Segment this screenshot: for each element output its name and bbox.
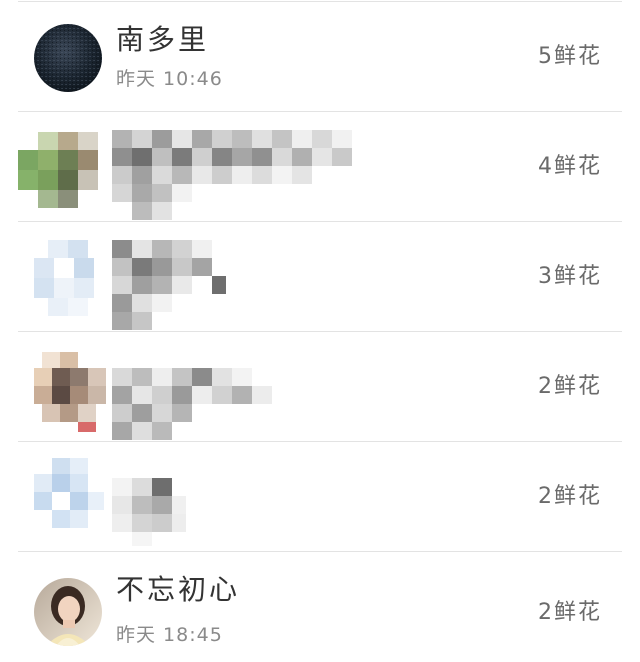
- list-item[interactable]: 3鲜花: [0, 222, 640, 332]
- list-item[interactable]: 2鲜花: [0, 442, 640, 552]
- list-item[interactable]: 2鲜花: [0, 332, 640, 442]
- flower-gift-list: 南多里 昨天 10:46 5鲜花 4鲜花 3鲜花 2鲜花 2鲜花 不忘初心 昨天…: [0, 0, 640, 658]
- pixelated-avatar-icon: [34, 458, 104, 528]
- pixelated-name: [112, 350, 282, 440]
- user-name: 南多里: [116, 23, 210, 56]
- timestamp: 昨天 10:46: [116, 68, 223, 90]
- flower-count: 2鲜花: [538, 600, 602, 625]
- list-item[interactable]: 南多里 昨天 10:46 5鲜花: [0, 2, 640, 112]
- dark-denim-avatar-icon: [34, 24, 102, 92]
- pixelated-name: [112, 130, 362, 220]
- flower-count: 3鲜花: [538, 264, 602, 289]
- list-item[interactable]: 4鲜花: [0, 112, 640, 222]
- pixelated-name: [112, 240, 232, 330]
- avatar[interactable]: [18, 132, 98, 208]
- avatar[interactable]: [34, 352, 114, 432]
- flower-count: 2鲜花: [538, 484, 602, 509]
- user-name: 不忘初心: [116, 573, 241, 606]
- pixelated-avatar-icon: [34, 240, 94, 316]
- timestamp: 昨天 18:45: [116, 624, 223, 646]
- list-item[interactable]: 不忘初心 昨天 18:45 2鲜花: [0, 552, 640, 662]
- pixelated-name: [112, 460, 202, 550]
- pixelated-avatar-icon: [34, 352, 106, 432]
- avatar[interactable]: [34, 24, 102, 92]
- avatar[interactable]: [34, 458, 104, 532]
- pixelated-avatar-icon: [18, 132, 98, 208]
- flower-count: 5鲜花: [538, 44, 602, 69]
- avatar[interactable]: [34, 578, 102, 646]
- flower-count: 2鲜花: [538, 374, 602, 399]
- portrait-photo-avatar-icon: [34, 578, 102, 646]
- avatar[interactable]: [34, 240, 102, 316]
- flower-count: 4鲜花: [538, 154, 602, 179]
